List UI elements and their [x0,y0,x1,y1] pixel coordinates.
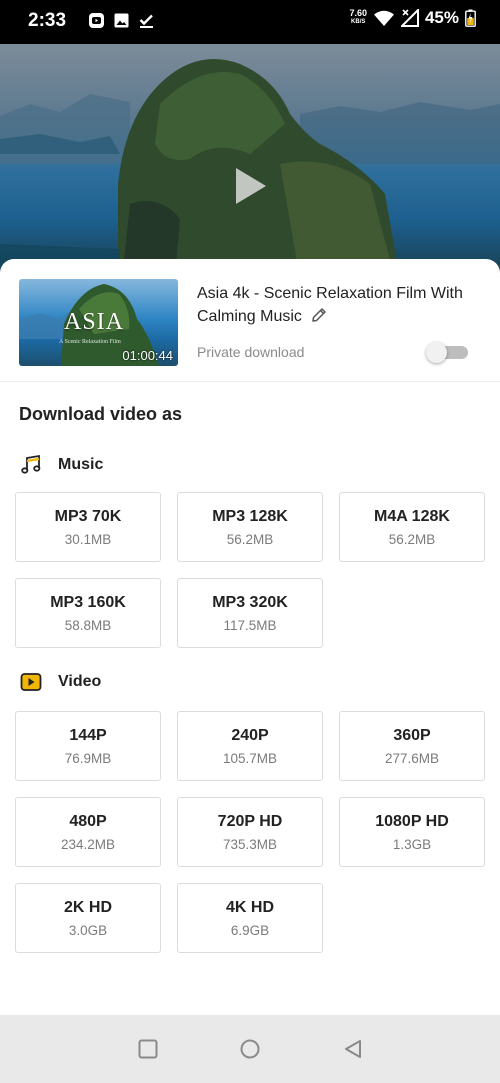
battery-charging-icon [465,9,476,27]
play-icon[interactable] [232,166,268,206]
home-circle-icon[interactable] [239,1038,261,1060]
toggle-knob [426,342,447,363]
download-sheet: ASIA A Scenic Relaxation Film 01:00:44 A… [0,259,500,1015]
video-preview[interactable] [0,44,500,279]
image-notification-icon [114,13,129,28]
video-frame-image [0,59,500,279]
music-option-mp3-70k[interactable]: MP3 70K 30.1MB [15,492,161,562]
edit-pencil-icon[interactable] [310,306,328,324]
download-heading: Download video as [19,404,183,424]
wifi-icon [373,10,394,26]
battery-percentage: 45% [424,8,459,27]
thumbnail-title: ASIA [64,309,125,335]
video-duration: 01:00:44 [122,348,173,363]
status-bar: 2:33 7.60 KB/S 45% [0,0,500,44]
video-thumbnail: ASIA A Scenic Relaxation Film 01:00:44 [19,279,178,366]
music-options-grid: MP3 70K 30.1MB MP3 128K 56.2MB M4A 128K … [15,492,485,648]
video-category: Video [20,672,101,692]
video-info-header: ASIA A Scenic Relaxation Film 01:00:44 A… [0,259,500,382]
music-option-mp3-128k[interactable]: MP3 128K 56.2MB [177,492,323,562]
music-note-icon [21,454,41,474]
music-option-mp3-160k[interactable]: MP3 160K 58.8MB [15,578,161,648]
status-time: 2:33 [28,10,67,31]
music-category: Music [20,454,103,476]
music-option-mp3-320k[interactable]: MP3 320K 117.5MB [177,578,323,648]
music-option-m4a-128k[interactable]: M4A 128K 56.2MB [339,492,485,562]
thumbnail-subtitle: A Scenic Relaxation Film [59,339,121,345]
download-done-icon [139,14,153,28]
recent-apps-square-icon[interactable] [137,1038,159,1060]
video-option-1080p-hd[interactable]: 1080P HD 1.3GB [339,797,485,867]
video-title: Asia 4k - Scenic Relaxation Film With Ca… [197,285,463,325]
video-title-row[interactable]: Asia 4k - Scenic Relaxation Film With Ca… [197,282,482,328]
cellular-signal-icon [400,9,419,27]
video-option-144p[interactable]: 144P 76.9MB [15,711,161,781]
video-option-720p-hd[interactable]: 720P HD 735.3MB [177,797,323,867]
video-category-label: Video [58,673,102,690]
video-option-4k-hd[interactable]: 4K HD 6.9GB [177,883,323,953]
private-download-label: Private download [197,344,305,360]
private-download-toggle[interactable] [426,342,468,363]
back-triangle-icon[interactable] [342,1038,364,1060]
video-option-480p[interactable]: 480P 234.2MB [15,797,161,867]
video-options-grid: 144P 76.9MB 240P 105.7MB 360P 277.6MB 48… [15,711,485,953]
network-speed: 7.60 KB/S [349,8,367,26]
video-option-360p[interactable]: 360P 277.6MB [339,711,485,781]
music-category-label: Music [58,456,104,473]
video-option-2k-hd[interactable]: 2K HD 3.0GB [15,883,161,953]
video-play-icon [20,673,42,691]
youtube-notification-icon [89,13,104,28]
system-navigation-bar [0,1015,500,1083]
video-option-240p[interactable]: 240P 105.7MB [177,711,323,781]
